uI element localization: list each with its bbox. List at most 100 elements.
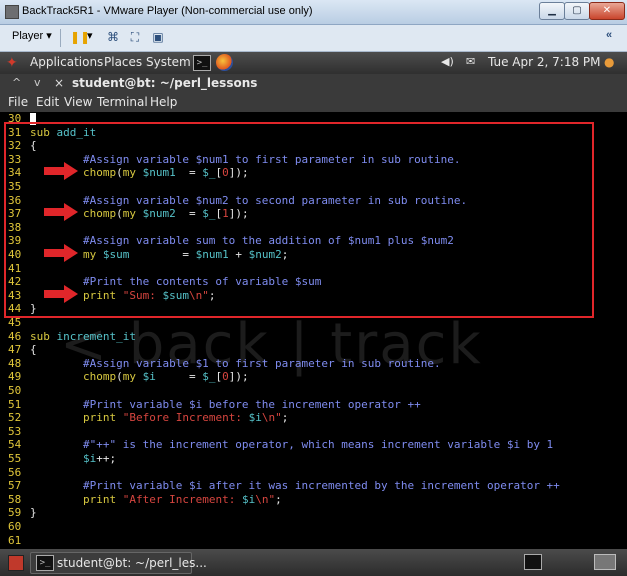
code-token: } <box>30 506 37 520</box>
window-title-bar: BackTrack5R1 - VMware Player (Non-commer… <box>0 0 627 25</box>
code-line: 50 <box>8 384 30 397</box>
code-line: 47 { <box>8 343 37 356</box>
code-line: 49 chomp(my $i = $_[0]); <box>8 370 249 383</box>
line-number: 61 <box>8 533 22 547</box>
fullscreen-icon[interactable]: ⛶ <box>128 30 142 44</box>
code-line: 56 <box>8 466 30 479</box>
code-line: 60 <box>8 520 30 533</box>
terminal-output[interactable]: < back | track 30 31 sub add_it 32{33 #Assi… <box>0 112 627 549</box>
code-token: chomp <box>82 370 117 384</box>
line-number: 47 <box>8 343 22 357</box>
code-token: $i <box>142 370 156 384</box>
highlight-box <box>4 122 594 318</box>
code-token: \n" <box>261 411 282 425</box>
menu-help[interactable]: Help <box>150 95 177 109</box>
code-token: increment_it <box>56 329 136 343</box>
red-arrow-icon <box>44 285 78 303</box>
menu-terminal[interactable]: Terminal <box>97 95 148 109</box>
code-line: 46 sub increment_it <box>8 330 136 343</box>
workspace-switcher-icon[interactable] <box>594 554 616 570</box>
code-token: sub <box>30 329 57 343</box>
gnome-bottom-panel: >_ student@bt: ~/perl_les... <box>0 549 627 576</box>
code-token: \n" <box>255 492 276 506</box>
code-token: = <box>155 370 203 384</box>
code-token: #Print variable $i before the increment … <box>30 397 421 411</box>
line-number: 55 <box>8 452 22 465</box>
code-token: ; <box>275 492 282 506</box>
menu-file[interactable]: File <box>8 95 28 109</box>
player-menu-button[interactable]: Player ▾ <box>12 29 52 42</box>
taskbar-terminal-button[interactable]: >_ student@bt: ~/perl_les... <box>30 552 207 574</box>
menu-view[interactable]: View <box>64 95 92 109</box>
terminal-tab-bar: ^ v × student@bt: ~/perl_lessons <box>0 74 627 94</box>
firefox-launcher-icon[interactable] <box>216 54 233 71</box>
mail-icon[interactable]: ✉ <box>466 55 475 68</box>
show-desktop-icon[interactable] <box>8 555 24 571</box>
places-menu[interactable]: Places <box>104 55 142 69</box>
line-number: 46 <box>8 329 22 343</box>
code-token: my <box>122 370 143 384</box>
line-number: 56 <box>8 465 22 479</box>
code-line: 59} <box>8 506 37 519</box>
terminal-launcher-icon[interactable]: >_ <box>193 55 211 71</box>
red-arrow-icon <box>44 162 78 180</box>
code-token: "After Increment: <box>122 492 242 506</box>
code-line: 48 #Assign variable $1 to first paramete… <box>8 357 441 370</box>
code-token: $i <box>82 452 97 465</box>
red-arrow-icon <box>44 244 78 262</box>
toolbar-divider <box>60 29 61 47</box>
line-number: 60 <box>8 520 22 533</box>
backtrack-dragon-icon[interactable]: ✦ <box>6 55 22 71</box>
taskbar-terminal-label: student@bt: ~/perl_les... <box>57 556 207 570</box>
line-number: 57 <box>8 479 22 493</box>
maximize-button[interactable]: ▢ <box>564 2 590 20</box>
chevron-down-icon[interactable]: v <box>34 76 41 89</box>
code-line: 53 <box>8 425 30 438</box>
line-number: 51 <box>8 397 22 411</box>
code-line: 55 $i++; <box>8 452 116 465</box>
line-number: 48 <box>8 356 22 370</box>
code-token: #"++" is the increment operator, which m… <box>30 438 554 452</box>
code-line: 54 #"++" is the increment operator, whic… <box>8 438 553 451</box>
close-tab-icon[interactable]: × <box>54 76 64 90</box>
minimize-button[interactable]: ▁ <box>539 2 565 20</box>
close-button[interactable]: ✕ <box>589 2 625 20</box>
code-line: 52 print "Before Increment: $i\n"; <box>8 411 288 424</box>
terminal-tray-icon[interactable] <box>524 554 542 570</box>
applications-menu[interactable]: Applications <box>30 55 103 69</box>
terminal-tab-title[interactable]: student@bt: ~/perl_lessons <box>72 76 257 90</box>
pause-icon[interactable]: ❚❚ <box>70 30 90 44</box>
code-line: 57 #Print variable $i after it was incre… <box>8 479 560 492</box>
line-number: 58 <box>8 492 22 506</box>
network-devices-icon[interactable]: ⌘ <box>106 30 120 44</box>
code-token: print <box>82 411 123 425</box>
clock[interactable]: Tue Apr 2, 7:18 PM <box>488 55 601 69</box>
user-icon[interactable]: ● <box>604 55 614 69</box>
code-token: $i <box>241 492 256 506</box>
terminal-menu-bar: File Edit View Terminal Help <box>0 94 627 112</box>
chevron-up-icon[interactable]: ^ <box>12 76 21 89</box>
line-number: 53 <box>8 424 22 438</box>
vmware-app-icon <box>5 5 19 19</box>
line-number: 52 <box>8 411 22 425</box>
system-menu[interactable]: System <box>146 55 191 69</box>
chevron-down-icon: ▾ <box>46 30 52 42</box>
line-number: 50 <box>8 384 22 397</box>
code-token: #Print variable $i after it was incremen… <box>30 479 560 493</box>
red-arrow-icon <box>44 203 78 221</box>
code-token: $i <box>248 411 262 425</box>
menu-edit[interactable]: Edit <box>36 95 59 109</box>
volume-icon[interactable]: ◀) <box>441 55 454 68</box>
code-line: 58 print "After Increment: $i\n"; <box>8 493 282 506</box>
unity-mode-icon[interactable]: ▣ <box>151 30 165 44</box>
code-token: 0 <box>222 370 229 384</box>
code-token: ]); <box>228 370 249 384</box>
code-token: ++; <box>96 452 117 465</box>
collapse-toolbar-icon[interactable]: « <box>606 29 612 41</box>
terminal-icon: >_ <box>36 555 54 571</box>
code-token: print <box>82 492 123 506</box>
chevron-down-icon[interactable]: ▾ <box>87 29 93 42</box>
